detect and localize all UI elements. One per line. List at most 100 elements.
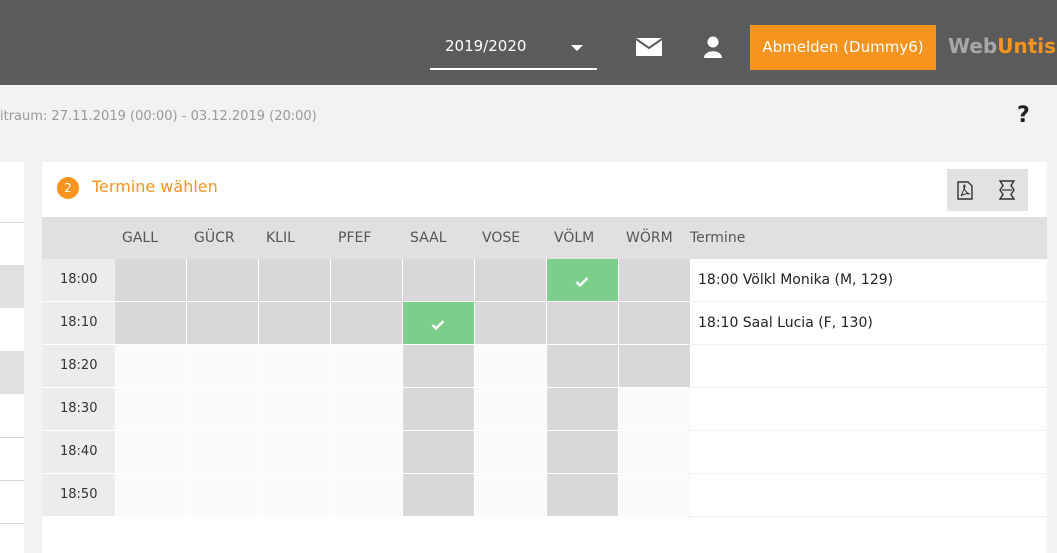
slot-cell xyxy=(547,345,619,388)
slot-cell[interactable] xyxy=(187,474,259,517)
table-row: 18:10 18:10 Saal Lucia (F, 130) xyxy=(42,302,1047,345)
chevron-down-icon xyxy=(571,45,583,51)
divider xyxy=(0,480,24,481)
table-row: 18:20 xyxy=(42,345,1047,388)
user-icon[interactable] xyxy=(704,36,722,62)
slot-cell[interactable] xyxy=(619,474,691,517)
time-cell: 18:30 xyxy=(42,388,115,431)
slot-cell[interactable] xyxy=(475,431,547,474)
appointment-cell xyxy=(688,431,1047,474)
slot-cell[interactable] xyxy=(187,431,259,474)
slot-cell[interactable] xyxy=(619,431,691,474)
appointment-cell xyxy=(688,345,1047,388)
pdf-icon[interactable] xyxy=(957,181,973,204)
slot-cell[interactable] xyxy=(619,388,691,431)
slot-cell xyxy=(619,259,691,302)
slot-cell xyxy=(403,345,475,388)
expand-icon[interactable] xyxy=(998,180,1016,204)
card-toolbar xyxy=(947,169,1028,211)
webuntis-logo: WebUntis xyxy=(948,34,1057,58)
slot-cell[interactable] xyxy=(331,474,403,517)
appointment-cell: 18:00 Völkl Monika (M, 129) xyxy=(688,259,1047,302)
slot-cell xyxy=(475,302,547,345)
slot-cell xyxy=(187,259,259,302)
column-header: PFEF xyxy=(338,230,372,246)
column-header: VÖLM xyxy=(554,230,595,246)
slot-cell xyxy=(547,302,619,345)
appointment-cell: 18:10 Saal Lucia (F, 130) xyxy=(688,302,1047,345)
column-header: GÜCR xyxy=(194,230,235,246)
slot-cell[interactable] xyxy=(331,431,403,474)
table-header: GALL GÜCR KLIL PFEF SAAL VOSE VÖLM WÖRM … xyxy=(42,217,1047,259)
sub-header: itraum: 27.11.2019 (00:00) - 03.12.2019 … xyxy=(0,85,1057,145)
divider xyxy=(0,222,24,223)
slot-cell xyxy=(259,302,331,345)
divider xyxy=(0,523,24,524)
slot-cell[interactable] xyxy=(115,431,187,474)
slot-cell-booked[interactable] xyxy=(403,302,475,345)
slot-cell xyxy=(331,259,403,302)
slot-cell[interactable] xyxy=(331,388,403,431)
slot-cell[interactable] xyxy=(259,431,331,474)
check-icon xyxy=(575,273,589,292)
left-panel-band xyxy=(0,351,24,394)
appointment-cell xyxy=(688,474,1047,517)
left-panel xyxy=(0,162,24,553)
appointment-card: 2 Termine wählen GALL GÜCR KLIL PFEF SAA… xyxy=(42,162,1047,553)
appointments-column-header: Termine xyxy=(690,230,746,246)
slot-cell xyxy=(619,345,691,388)
table-row: 18:50 xyxy=(42,474,1047,517)
divider xyxy=(0,437,24,438)
column-header: GALL xyxy=(122,230,159,246)
time-cell: 18:50 xyxy=(42,474,115,517)
column-header: KLIL xyxy=(266,230,295,246)
slot-cell[interactable] xyxy=(187,345,259,388)
slot-cell[interactable] xyxy=(115,345,187,388)
slot-cell xyxy=(547,474,619,517)
slot-cell xyxy=(115,259,187,302)
time-cell: 18:20 xyxy=(42,345,115,388)
time-cell: 18:10 xyxy=(42,302,115,345)
slot-cell xyxy=(115,302,187,345)
slot-cell xyxy=(259,259,331,302)
column-header: WÖRM xyxy=(626,230,673,246)
slot-cell[interactable] xyxy=(475,388,547,431)
slot-cell xyxy=(403,259,475,302)
top-bar: 2019/2020 Abmelden (Dummy6) WebUntis xyxy=(0,0,1057,85)
slot-cell xyxy=(547,431,619,474)
appointment-cell xyxy=(688,388,1047,431)
slot-cell xyxy=(403,431,475,474)
slot-cell[interactable] xyxy=(259,345,331,388)
slot-cell xyxy=(475,259,547,302)
slot-cell[interactable] xyxy=(475,474,547,517)
check-icon xyxy=(431,316,445,335)
time-cell: 18:00 xyxy=(42,259,115,302)
slot-cell[interactable] xyxy=(187,388,259,431)
step-title: Termine wählen xyxy=(92,177,218,196)
slot-cell[interactable] xyxy=(115,474,187,517)
slot-cell xyxy=(331,302,403,345)
school-year-select[interactable]: 2019/2020 xyxy=(430,25,597,70)
table-row: 18:40 xyxy=(42,431,1047,474)
time-cell: 18:40 xyxy=(42,431,115,474)
table-row: 18:00 18:00 Völkl Monika (M, 129) xyxy=(42,259,1047,302)
time-period-label: itraum: 27.11.2019 (00:00) - 03.12.2019 … xyxy=(0,109,317,124)
slot-cell xyxy=(547,388,619,431)
slot-cell xyxy=(619,302,691,345)
slot-cell[interactable] xyxy=(475,345,547,388)
slot-cell xyxy=(403,474,475,517)
slot-cell[interactable] xyxy=(331,345,403,388)
slot-cell xyxy=(403,388,475,431)
column-header: VOSE xyxy=(482,230,521,246)
slot-cell xyxy=(187,302,259,345)
slot-cell[interactable] xyxy=(259,474,331,517)
slot-cell[interactable] xyxy=(259,388,331,431)
slot-cell[interactable] xyxy=(115,388,187,431)
logout-button[interactable]: Abmelden (Dummy6) xyxy=(750,25,936,70)
mail-icon[interactable] xyxy=(635,38,663,60)
appointment-table: GALL GÜCR KLIL PFEF SAAL VOSE VÖLM WÖRM … xyxy=(42,217,1047,517)
step-number-badge: 2 xyxy=(57,177,79,199)
help-button[interactable]: ? xyxy=(1017,103,1030,128)
column-header: SAAL xyxy=(410,230,447,246)
slot-cell-booked[interactable] xyxy=(547,259,619,302)
